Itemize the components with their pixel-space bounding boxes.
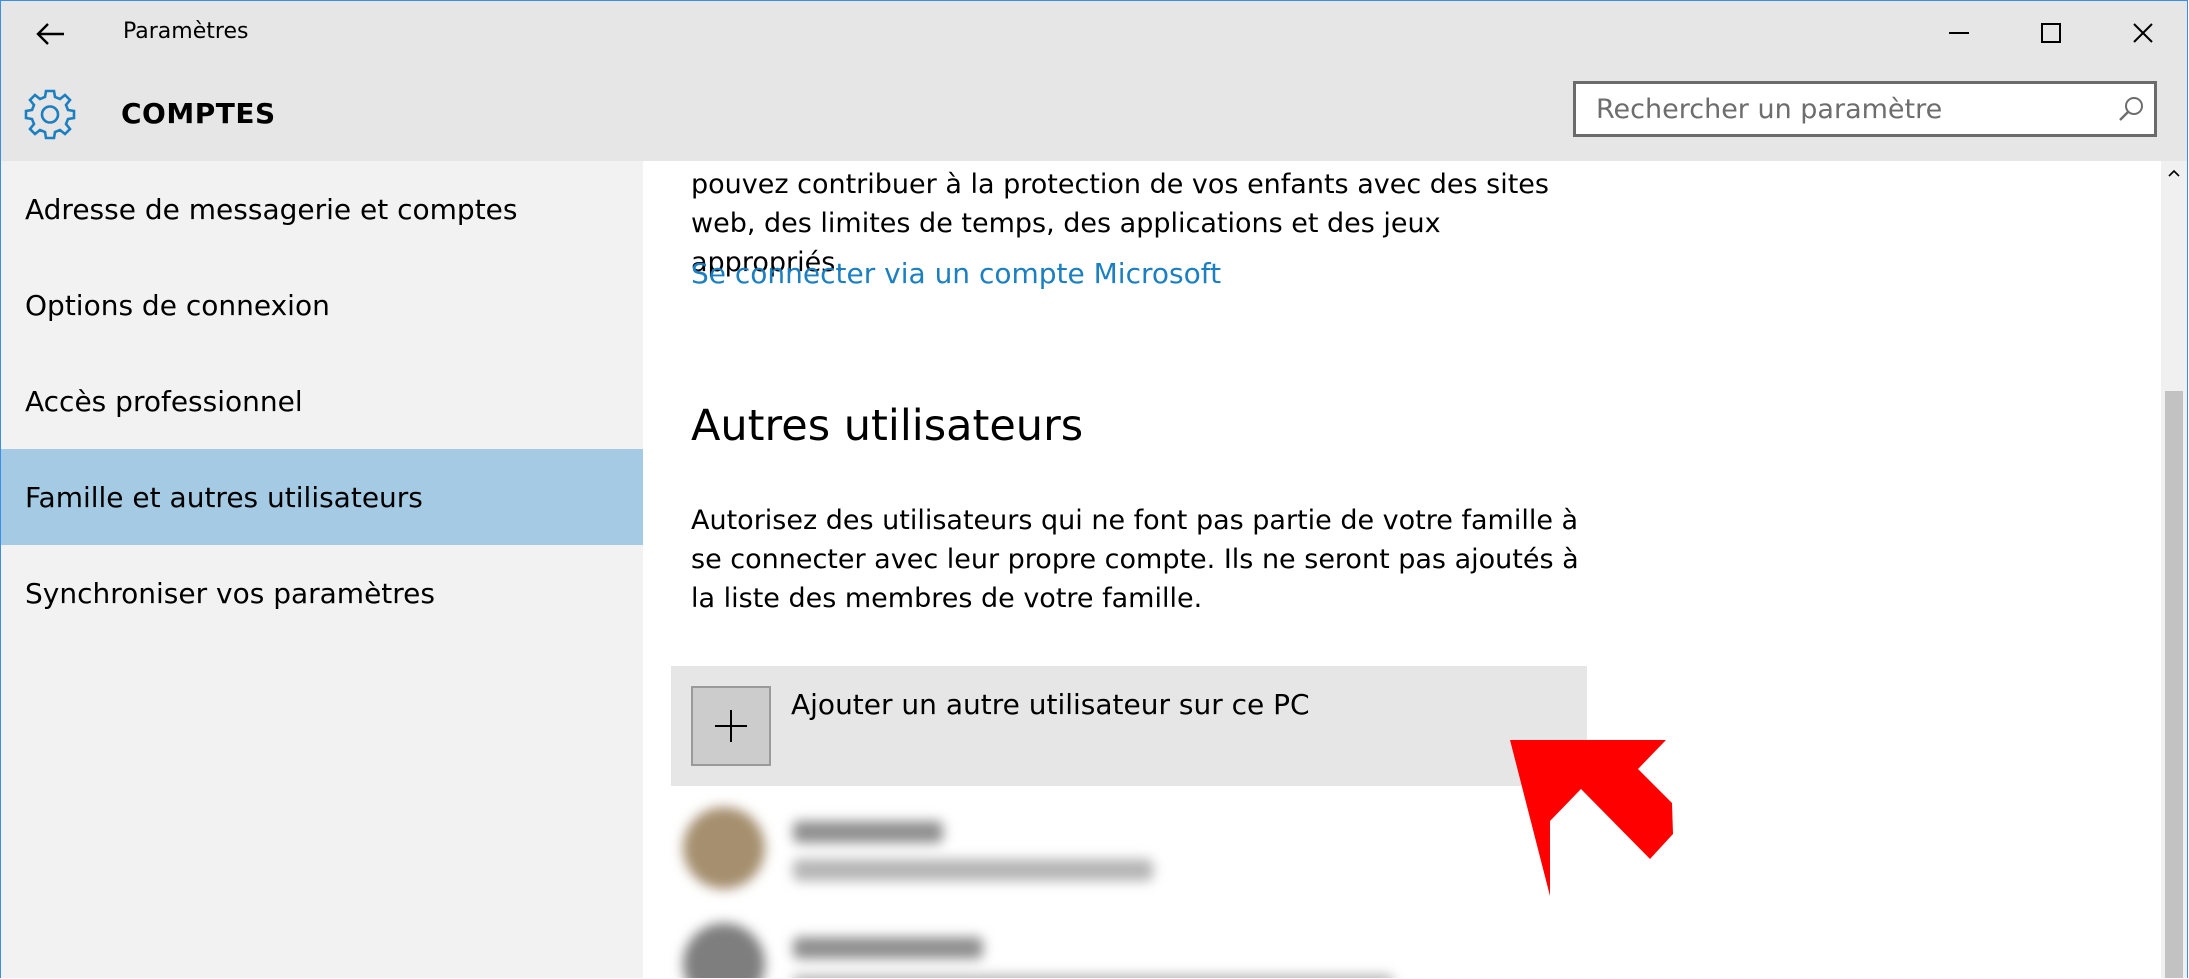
- chevron-up-icon[interactable]: [2165, 165, 2183, 183]
- avatar: [683, 807, 765, 889]
- search-icon[interactable]: [2116, 94, 2146, 124]
- close-icon: [2133, 23, 2153, 43]
- blurred-user-name: [793, 821, 943, 843]
- sidebar-item-label: Famille et autres utilisateurs: [25, 480, 423, 514]
- sidebar-item-label: Accès professionnel: [25, 384, 303, 418]
- sidebar-item-sign-in-options[interactable]: Options de connexion: [1, 257, 643, 353]
- back-arrow-icon: [36, 23, 64, 45]
- add-user-tile: [691, 686, 771, 766]
- plus-icon: [715, 710, 747, 742]
- sidebar-item-label: Adresse de messagerie et comptes: [25, 192, 518, 226]
- minimize-button[interactable]: [1913, 1, 2005, 65]
- scrollbar-thumb[interactable]: [2165, 391, 2183, 978]
- main-content: pouvez contribuer à la protection de vos…: [643, 161, 2161, 978]
- settings-window: Paramètres COMPTES Rechercher un paramèt…: [0, 0, 2188, 978]
- sidebar-item-sync-settings[interactable]: Synchroniser vos paramètres: [1, 545, 643, 641]
- gear-icon: [24, 89, 76, 140]
- section-header: COMPTES: [1, 67, 2187, 161]
- sidebar-item-family-other-users[interactable]: Famille et autres utilisateurs: [1, 449, 643, 545]
- microsoft-signin-link[interactable]: Se connecter via un compte Microsoft: [691, 257, 1221, 290]
- content-scrollbar[interactable]: [2161, 161, 2187, 978]
- sidebar-item-label: Options de connexion: [25, 288, 330, 322]
- maximize-button[interactable]: [2005, 1, 2097, 65]
- add-user-label: Ajouter un autre utilisateur sur ce PC: [791, 688, 1310, 721]
- red-arrow-annotation-icon: [1510, 740, 1673, 896]
- other-users-heading: Autres utilisateurs: [691, 401, 1084, 451]
- other-users-description: Autorisez des utilisateurs qui ne font p…: [691, 505, 1579, 614]
- sidebar-nav: Adresse de messagerie et comptes Options…: [1, 161, 643, 978]
- title-bar: Paramètres: [1, 1, 2187, 67]
- sidebar-item-label: Synchroniser vos paramètres: [25, 576, 435, 610]
- close-button[interactable]: [2097, 1, 2187, 65]
- search-input[interactable]: [1596, 84, 2096, 134]
- app-title: Paramètres: [123, 19, 249, 44]
- blurred-user-name: [793, 937, 983, 959]
- section-title: COMPTES: [121, 97, 276, 130]
- add-user-button[interactable]: Ajouter un autre utilisateur sur ce PC: [671, 666, 1587, 786]
- avatar: [683, 923, 765, 978]
- maximize-icon: [2041, 23, 2061, 43]
- sidebar-item-email-accounts[interactable]: Adresse de messagerie et comptes: [1, 161, 643, 257]
- sidebar-item-work-access[interactable]: Accès professionnel: [1, 353, 643, 449]
- back-button[interactable]: [19, 11, 83, 57]
- blurred-user-list: [683, 801, 1583, 978]
- search-box[interactable]: [1573, 81, 2157, 137]
- minimize-icon: [1949, 32, 1969, 34]
- blurred-user-email: [793, 975, 1393, 978]
- blurred-user-email: [793, 859, 1153, 881]
